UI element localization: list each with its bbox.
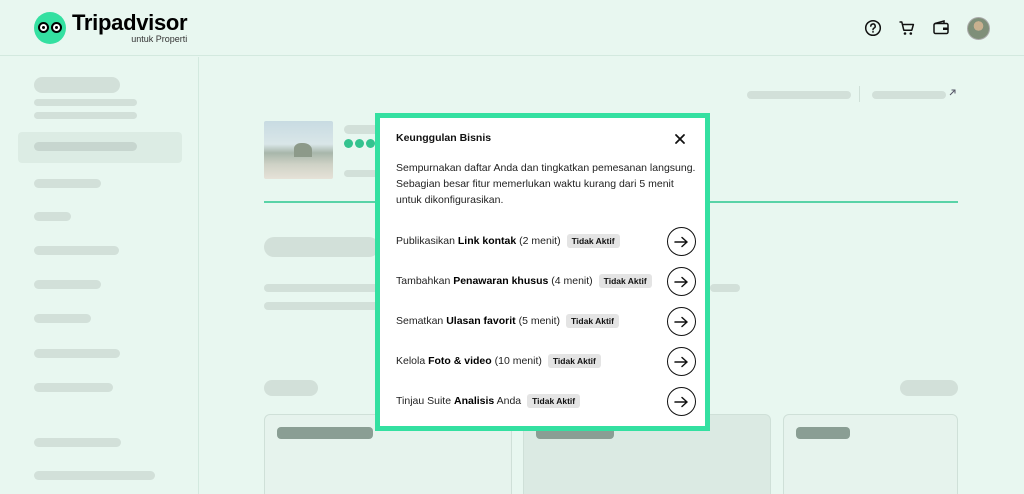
wallet-icon[interactable] [932,19,950,37]
rating-bubbles [344,139,375,148]
task-arrow-button[interactable] [667,347,696,376]
help-icon[interactable] [864,19,882,37]
tripadvisor-logo[interactable]: Tripadvisor untuk Properti [34,10,188,44]
task-row-photos-videos[interactable]: Kelola Foto & video (10 menit) Tidak Akt… [396,346,696,376]
status-badge: Tidak Aktif [547,354,601,368]
task-row-contact-link[interactable]: Publikasikan Link kontak (2 menit) Tidak… [396,226,696,256]
task-row-special-offer[interactable]: Tambahkan Penawaran khusus (4 menit) Tid… [396,266,696,296]
arrow-right-icon [674,356,688,367]
status-badge: Tidak Aktif [566,314,619,328]
top-bar: Tripadvisor untuk Properti [0,0,1024,56]
property-photo [264,121,333,179]
arrow-right-icon [674,316,688,327]
task-label: Kelola Foto & video (10 menit) [396,355,542,367]
status-badge: Tidak Aktif [566,234,620,248]
brand-subtitle: untuk Properti [131,34,188,44]
close-icon[interactable] [673,132,687,146]
sidebar-skeleton [0,57,199,494]
business-advantage-modal: Keunggulan Bisnis Sempurnakan daftar And… [375,113,710,431]
modal-title: Keunggulan Bisnis [396,132,492,144]
task-label: Tambahkan Penawaran khusus (4 menit) [396,275,593,287]
task-label: Sematkan Ulasan favorit (5 menit) [396,315,560,327]
task-arrow-button[interactable] [667,267,696,296]
brand-name: Tripadvisor [72,10,188,35]
task-arrow-button[interactable] [667,307,696,336]
cart-icon[interactable] [898,19,916,37]
arrow-right-icon [674,396,688,407]
task-row-analytics-suite[interactable]: Tinjau Suite Analisis Anda Tidak Aktif [396,386,696,416]
modal-description: Sempurnakan daftar Anda dan tingkatkan p… [396,162,696,206]
arrow-right-icon [674,236,688,247]
task-row-favorite-review[interactable]: Sematkan Ulasan favorit (5 menit) Tidak … [396,306,696,336]
status-badge: Tidak Aktif [527,394,581,408]
arrow-right-icon [674,276,688,287]
task-label: Tinjau Suite Analisis Anda [396,395,522,407]
task-arrow-button[interactable] [667,387,696,416]
status-badge: Tidak Aktif [598,274,652,288]
owl-icon [34,12,66,44]
task-arrow-button[interactable] [667,227,696,256]
avatar[interactable] [967,17,990,40]
task-label: Publikasikan Link kontak (2 menit) [396,235,561,247]
external-link-icon [949,89,956,96]
